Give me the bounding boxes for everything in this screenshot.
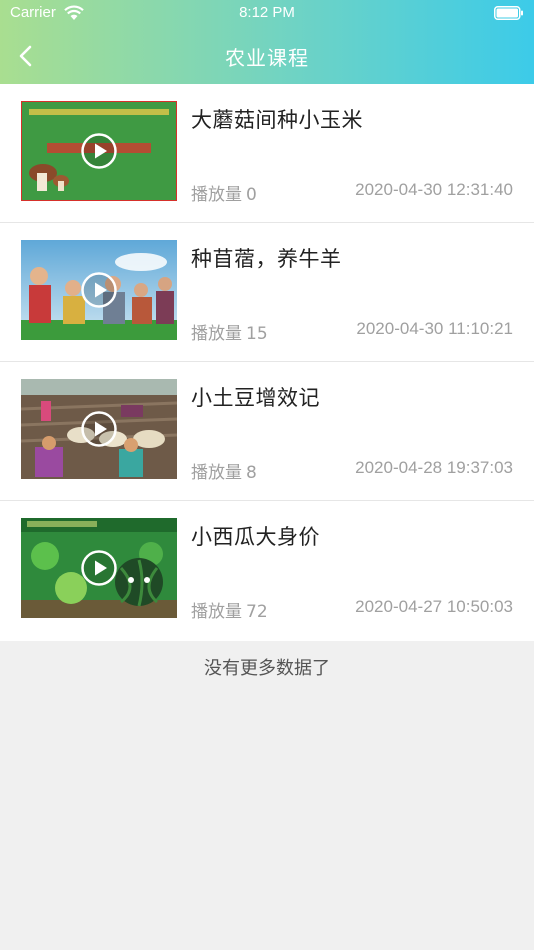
publish-date: 2020-04-30 12:31:40 bbox=[355, 180, 513, 199]
no-more-data-label: 没有更多数据了 bbox=[204, 658, 330, 679]
course-title: 小西瓜大身价 bbox=[191, 525, 320, 549]
view-count-value: 8 bbox=[246, 463, 257, 483]
video-thumbnail[interactable] bbox=[21, 379, 177, 479]
play-icon bbox=[81, 550, 117, 586]
view-count-value: 15 bbox=[246, 324, 268, 344]
play-icon bbox=[81, 272, 117, 308]
publish-date: 2020-04-28 19:37:03 bbox=[355, 458, 513, 477]
view-count-value: 0 bbox=[246, 185, 257, 205]
app-header: Carrier 8:12 PM 农业课程 bbox=[0, 0, 534, 84]
video-thumbnail[interactable] bbox=[21, 518, 177, 618]
course-list: 大蘑菇间种小玉米 播放量 0 2020-04-30 12:31:40 种苜蓿，养… bbox=[0, 84, 534, 641]
view-count-label: 播放量 bbox=[191, 324, 242, 344]
view-count: 播放量 8 bbox=[191, 458, 257, 483]
view-count: 播放量 0 bbox=[191, 180, 257, 205]
view-count: 播放量 15 bbox=[191, 319, 268, 344]
course-title: 小土豆增效记 bbox=[191, 386, 320, 410]
course-item[interactable]: 小土豆增效记 播放量 8 2020-04-28 19:37:03 bbox=[0, 362, 534, 501]
play-icon bbox=[81, 133, 117, 169]
view-count-label: 播放量 bbox=[191, 185, 242, 205]
video-thumbnail[interactable] bbox=[21, 240, 177, 340]
play-icon bbox=[81, 411, 117, 447]
publish-date: 2020-04-27 10:50:03 bbox=[355, 597, 513, 616]
video-thumbnail[interactable] bbox=[21, 101, 177, 201]
status-bar: Carrier 8:12 PM bbox=[0, 0, 534, 28]
course-item[interactable]: 大蘑菇间种小玉米 播放量 0 2020-04-30 12:31:40 bbox=[0, 84, 534, 223]
view-count-label: 播放量 bbox=[191, 463, 242, 483]
course-title: 大蘑菇间种小玉米 bbox=[191, 108, 363, 132]
publish-date: 2020-04-30 11:10:21 bbox=[356, 319, 513, 338]
clock: 8:12 PM bbox=[239, 4, 295, 21]
course-title: 种苜蓿，养牛羊 bbox=[191, 247, 342, 271]
view-count-label: 播放量 bbox=[191, 602, 242, 622]
battery-icon bbox=[494, 6, 523, 20]
view-count-value: 72 bbox=[246, 602, 268, 622]
view-count: 播放量 72 bbox=[191, 597, 268, 622]
course-item[interactable]: 种苜蓿，养牛羊 播放量 15 2020-04-30 11:10:21 bbox=[0, 223, 534, 362]
course-item[interactable]: 小西瓜大身价 播放量 72 2020-04-27 10:50:03 bbox=[0, 501, 534, 641]
page-title: 农业课程 bbox=[225, 46, 309, 70]
